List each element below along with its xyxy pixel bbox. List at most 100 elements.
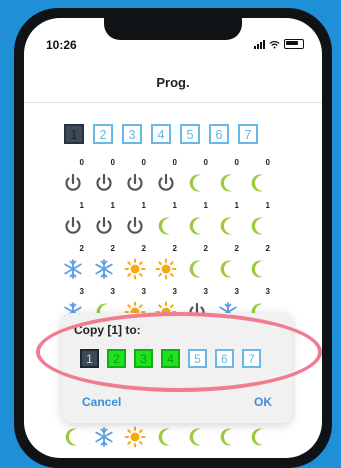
- day-tab-7[interactable]: 7: [238, 124, 258, 144]
- period-number: 1: [234, 201, 239, 210]
- moon-icon: [155, 215, 177, 237]
- schedule-cell[interactable]: 2: [124, 244, 146, 287]
- schedule-cell[interactable]: 1: [186, 201, 208, 244]
- schedule-cell[interactable]: 2: [217, 244, 239, 287]
- period-number: 3: [110, 287, 115, 296]
- period-number: 3: [79, 287, 84, 296]
- moon-icon: [186, 426, 208, 448]
- schedule-cell[interactable]: 0: [217, 158, 239, 201]
- moon-icon: [217, 215, 239, 237]
- schedule-cell[interactable]: 2: [155, 244, 177, 287]
- power-icon: [93, 215, 115, 237]
- schedule-cell[interactable]: 0: [248, 158, 270, 201]
- period-number: 2: [110, 244, 115, 253]
- signal-icon: [254, 39, 265, 49]
- nav-divider: [24, 102, 322, 103]
- moon-icon: [248, 215, 270, 237]
- period-number: 1: [110, 201, 115, 210]
- period-number: 0: [172, 158, 177, 167]
- moon-icon: [248, 426, 270, 448]
- schedule-cell[interactable]: 1: [248, 201, 270, 244]
- ok-button[interactable]: OK: [254, 395, 272, 409]
- moon-icon: [62, 426, 84, 448]
- phone-notch: [104, 18, 242, 40]
- wifi-icon: [269, 40, 280, 49]
- schedule-row: 2 2 2 2 2 2 2: [62, 244, 270, 287]
- schedule-cell[interactable]: 1: [62, 201, 84, 244]
- day-tab-5[interactable]: 5: [180, 124, 200, 144]
- day-selector: 1234567: [64, 124, 258, 144]
- moon-icon: [248, 172, 270, 194]
- period-number: 0: [141, 158, 146, 167]
- moon-icon: [217, 172, 239, 194]
- sun-icon: [124, 258, 146, 280]
- schedule-cell[interactable]: 0: [93, 158, 115, 201]
- schedule-row: 0 0 0 0 0 0 0: [62, 158, 270, 201]
- period-number: 0: [203, 158, 208, 167]
- period-number: 2: [172, 244, 177, 253]
- schedule-cell[interactable]: 2: [248, 244, 270, 287]
- power-icon: [62, 172, 84, 194]
- schedule-cell[interactable]: 1: [124, 201, 146, 244]
- status-icons: [254, 39, 304, 49]
- schedule-cell[interactable]: 2: [93, 244, 115, 287]
- day-tab-6[interactable]: 6: [209, 124, 229, 144]
- moon-icon: [248, 258, 270, 280]
- period-number: 3: [172, 287, 177, 296]
- schedule-row: 1 1 1 1 1 1 1: [62, 201, 270, 244]
- period-number: 2: [79, 244, 84, 253]
- moon-icon: [217, 258, 239, 280]
- period-number: 1: [141, 201, 146, 210]
- moon-icon: [186, 215, 208, 237]
- day-tab-1[interactable]: 1: [64, 124, 84, 144]
- schedule-cell[interactable]: 0: [155, 158, 177, 201]
- schedule-cell[interactable]: 1: [217, 201, 239, 244]
- schedule-cell[interactable]: 2: [62, 244, 84, 287]
- day-tab-4[interactable]: 4: [151, 124, 171, 144]
- sun-icon: [124, 426, 146, 448]
- snowflake-icon: [62, 258, 84, 280]
- period-number: 1: [79, 201, 84, 210]
- period-number: 1: [172, 201, 177, 210]
- period-number: 0: [110, 158, 115, 167]
- page-title: Prog.: [156, 75, 190, 90]
- power-icon: [124, 215, 146, 237]
- period-number: 0: [265, 158, 270, 167]
- schedule-cell[interactable]: 2: [186, 244, 208, 287]
- cancel-button[interactable]: Cancel: [82, 395, 121, 409]
- period-number: 2: [141, 244, 146, 253]
- period-number: 2: [265, 244, 270, 253]
- power-icon: [93, 172, 115, 194]
- schedule-cell[interactable]: 0: [62, 158, 84, 201]
- period-number: 3: [234, 287, 239, 296]
- period-number: 0: [234, 158, 239, 167]
- schedule-grid: 0 0 0 0 0 0 0 1 1 1 1 1 1 1 2 2 2 2 2 2 2 3 3 3 3 3 3 3: [62, 158, 270, 330]
- period-number: 1: [203, 201, 208, 210]
- schedule-cell[interactable]: 0: [124, 158, 146, 201]
- phone-screen: 10:26 Prog. 1234567 00000001111111222222…: [24, 18, 322, 458]
- period-number: 3: [203, 287, 208, 296]
- moon-icon: [155, 426, 177, 448]
- highlight-annotation: [36, 312, 322, 392]
- day-tab-2[interactable]: 2: [93, 124, 113, 144]
- day-tab-3[interactable]: 3: [122, 124, 142, 144]
- period-number: 0: [79, 158, 84, 167]
- moon-icon: [217, 426, 239, 448]
- period-number: 3: [141, 287, 146, 296]
- snowflake-icon: [93, 426, 115, 448]
- schedule-cell[interactable]: 1: [155, 201, 177, 244]
- moon-icon: [186, 258, 208, 280]
- power-icon: [62, 215, 84, 237]
- power-icon: [155, 172, 177, 194]
- sun-icon: [155, 258, 177, 280]
- period-number: 1: [265, 201, 270, 210]
- schedule-cell[interactable]: 1: [93, 201, 115, 244]
- period-number: 2: [234, 244, 239, 253]
- battery-icon: [284, 39, 304, 49]
- snowflake-icon: [93, 258, 115, 280]
- schedule-cell[interactable]: 0: [186, 158, 208, 201]
- period-number: 2: [203, 244, 208, 253]
- status-time: 10:26: [46, 38, 77, 52]
- moon-icon: [186, 172, 208, 194]
- power-icon: [124, 172, 146, 194]
